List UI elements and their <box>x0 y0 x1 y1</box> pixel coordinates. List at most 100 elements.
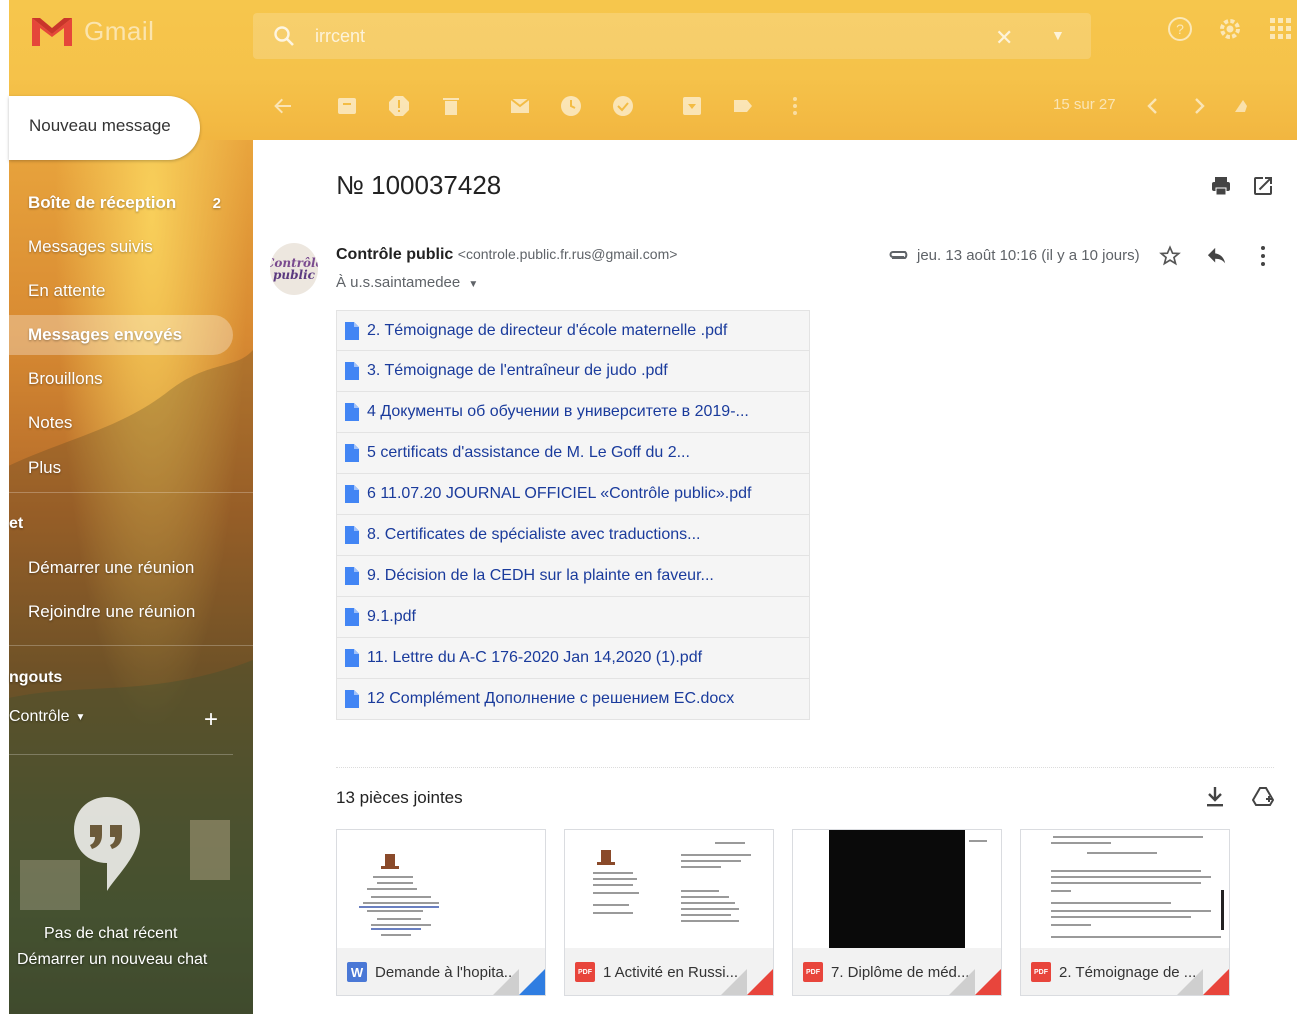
attachment-thumbnail <box>565 830 773 948</box>
report-spam-icon[interactable] <box>387 94 411 118</box>
file-link-list: 2. Témoignage de directeur d'école mater… <box>336 310 810 720</box>
file-link-row[interactable]: 9.1.pdf <box>336 597 810 638</box>
message-view: № 100037428 Contrôle public Contrôle pub… <box>253 140 1297 1016</box>
start-meeting-link[interactable]: Démarrer une réunion <box>28 558 194 578</box>
sidebar-item-label: Boîte de réception <box>28 193 177 212</box>
delete-icon[interactable] <box>439 94 463 118</box>
download-all-icon[interactable] <box>1204 785 1226 809</box>
clear-search-icon[interactable]: ✕ <box>995 25 1013 51</box>
file-link[interactable]: 6 11.07.20 JOURNAL OFFICIEL «Contrôle pu… <box>367 485 751 503</box>
hangouts-quote-icon <box>74 797 140 891</box>
save-to-drive-icon[interactable] <box>1252 785 1274 809</box>
sidebar-item-sent[interactable]: Messages envoyés <box>9 315 233 355</box>
search-icon[interactable] <box>273 25 295 47</box>
hangouts-user-menu[interactable]: Contrôle ▼ <box>9 708 85 726</box>
archive-icon[interactable] <box>335 94 359 118</box>
file-link-row[interactable]: 12 Complément Дополнение с решением EC.d… <box>336 679 810 720</box>
pdf-icon: PDF <box>803 962 823 982</box>
attachment-thumbnail <box>1021 830 1229 948</box>
document-icon <box>345 362 359 380</box>
document-icon <box>345 608 359 626</box>
search-input[interactable] <box>315 21 915 51</box>
file-link-row[interactable]: 3. Témoignage de l'entraîneur de judo .p… <box>336 351 810 392</box>
hangouts-user-name: Contrôle <box>9 708 70 725</box>
sidebar-item-starred[interactable]: Messages suivis <box>9 227 233 267</box>
meet-heading: et <box>9 515 24 532</box>
left-margin <box>0 0 9 1021</box>
file-link-row[interactable]: 6 11.07.20 JOURNAL OFFICIEL «Contrôle pu… <box>336 474 810 515</box>
attachment-card[interactable]: PDF 1 Activité en Russi... <box>564 829 774 996</box>
file-link[interactable]: 3. Témoignage de l'entraîneur de judo .p… <box>367 362 668 380</box>
file-link[interactable]: 9. Décision de la CEDH sur la plainte en… <box>367 567 714 585</box>
join-meeting-link[interactable]: Rejoindre une réunion <box>28 602 195 622</box>
add-to-tasks-icon[interactable] <box>611 94 635 118</box>
sidebar-item-more[interactable]: Plus <box>9 448 233 488</box>
attachment-clip-icon <box>889 251 908 259</box>
star-icon[interactable] <box>1159 245 1181 267</box>
file-link-row[interactable]: 11. Lettre du A-C 176-2020 Jan 14,2020 (… <box>336 638 810 679</box>
corner-color-flag <box>747 969 773 995</box>
file-link[interactable]: 8. Certificates de spécialiste avec trad… <box>367 526 701 544</box>
file-link-row[interactable]: 9. Décision de la CEDH sur la plainte en… <box>336 556 810 597</box>
sender-email: <controle.public.fr.rus@gmail.com> <box>457 246 678 262</box>
compose-button[interactable]: Nouveau message <box>9 96 200 160</box>
search-bar[interactable]: ✕ ▼ <box>253 13 1091 59</box>
file-link-row[interactable]: 2. Témoignage de directeur d'école mater… <box>336 310 810 351</box>
file-link-row[interactable]: 4 Документы об обучении в университете в… <box>336 392 810 433</box>
document-preview-thumbnail <box>593 842 751 922</box>
gmail-logo[interactable]: Gmail <box>30 14 154 48</box>
file-link-row[interactable]: 5 certificats d'assistance de M. Le Goff… <box>336 433 810 474</box>
newer-chevron-left-icon[interactable] <box>1141 94 1165 118</box>
attachment-card[interactable]: PDF 7. Diplôme de méd... <box>792 829 1002 996</box>
sidebar-divider <box>9 754 233 755</box>
file-link[interactable]: 11. Lettre du A-C 176-2020 Jan 14,2020 (… <box>367 649 702 667</box>
sidebar-item-label: Messages envoyés <box>28 325 183 344</box>
more-options-icon[interactable] <box>1255 244 1271 268</box>
search-options-icon[interactable]: ▼ <box>1051 27 1065 43</box>
file-link[interactable]: 5 certificats d'assistance de M. Le Goff… <box>367 444 690 462</box>
sidebar-item-snoozed[interactable]: En attente <box>9 271 233 311</box>
inbox-unread-count: 2 <box>212 194 221 212</box>
attachment-card[interactable]: W Demande à l'hopita... <box>336 829 546 996</box>
mark-unread-icon[interactable] <box>508 94 532 118</box>
sidebar-item-notes[interactable]: Notes <box>9 403 233 443</box>
corner-fold <box>721 969 747 995</box>
sender-line: Contrôle public <controle.public.fr.rus@… <box>336 246 677 264</box>
label-icon[interactable] <box>731 94 755 118</box>
corner-fold <box>1177 969 1203 995</box>
start-new-chat-link[interactable]: Démarrer un nouveau chat <box>17 951 207 969</box>
recipient-details-chevron-icon[interactable]: ▼ <box>468 279 478 290</box>
pdf-icon: PDF <box>1031 962 1051 982</box>
reply-icon[interactable] <box>1206 247 1228 267</box>
older-chevron-right-icon[interactable] <box>1187 94 1211 118</box>
sidebar-item-label: Notes <box>28 413 73 432</box>
avatar[interactable]: Contrôle public <box>270 243 318 295</box>
file-link[interactable]: 12 Complément Дополнение с решением EC.d… <box>367 690 734 708</box>
file-link-row[interactable]: 8. Certificates de spécialiste avec trad… <box>336 515 810 556</box>
help-icon[interactable]: ? <box>1167 16 1193 42</box>
input-tools-icon[interactable] <box>1231 94 1255 118</box>
word-doc-icon: W <box>347 962 367 982</box>
document-icon <box>345 567 359 585</box>
file-link[interactable]: 2. Témoignage de directeur d'école mater… <box>367 322 727 340</box>
sidebar-item-drafts[interactable]: Brouillons <box>9 359 233 399</box>
move-to-icon[interactable] <box>680 94 704 118</box>
file-link[interactable]: 4 Документы об обучении в университете в… <box>367 403 749 421</box>
file-link[interactable]: 9.1.pdf <box>367 608 416 626</box>
corner-color-flag <box>975 969 1001 995</box>
add-chat-icon[interactable]: + <box>204 708 218 732</box>
document-icon <box>345 485 359 503</box>
apps-grid-icon[interactable] <box>1268 16 1294 42</box>
no-recent-chat-text: Pas de chat récent <box>44 925 178 942</box>
more-vertical-icon[interactable] <box>783 94 807 118</box>
attachments-count-heading: 13 pièces jointes <box>336 788 463 807</box>
sidebar-item-inbox[interactable]: Boîte de réception 2 <box>9 183 233 223</box>
open-new-window-icon[interactable] <box>1251 174 1275 198</box>
attachment-card[interactable]: PDF 2. Témoignage de ... <box>1020 829 1230 996</box>
print-icon[interactable] <box>1209 174 1233 198</box>
recipient-line[interactable]: À u.s.saintamedee ▼ <box>336 274 478 291</box>
settings-gear-icon[interactable] <box>1217 16 1243 42</box>
back-arrow-icon[interactable] <box>271 94 295 118</box>
snooze-clock-icon[interactable] <box>559 94 583 118</box>
hangouts-heading: ngouts <box>9 669 63 686</box>
